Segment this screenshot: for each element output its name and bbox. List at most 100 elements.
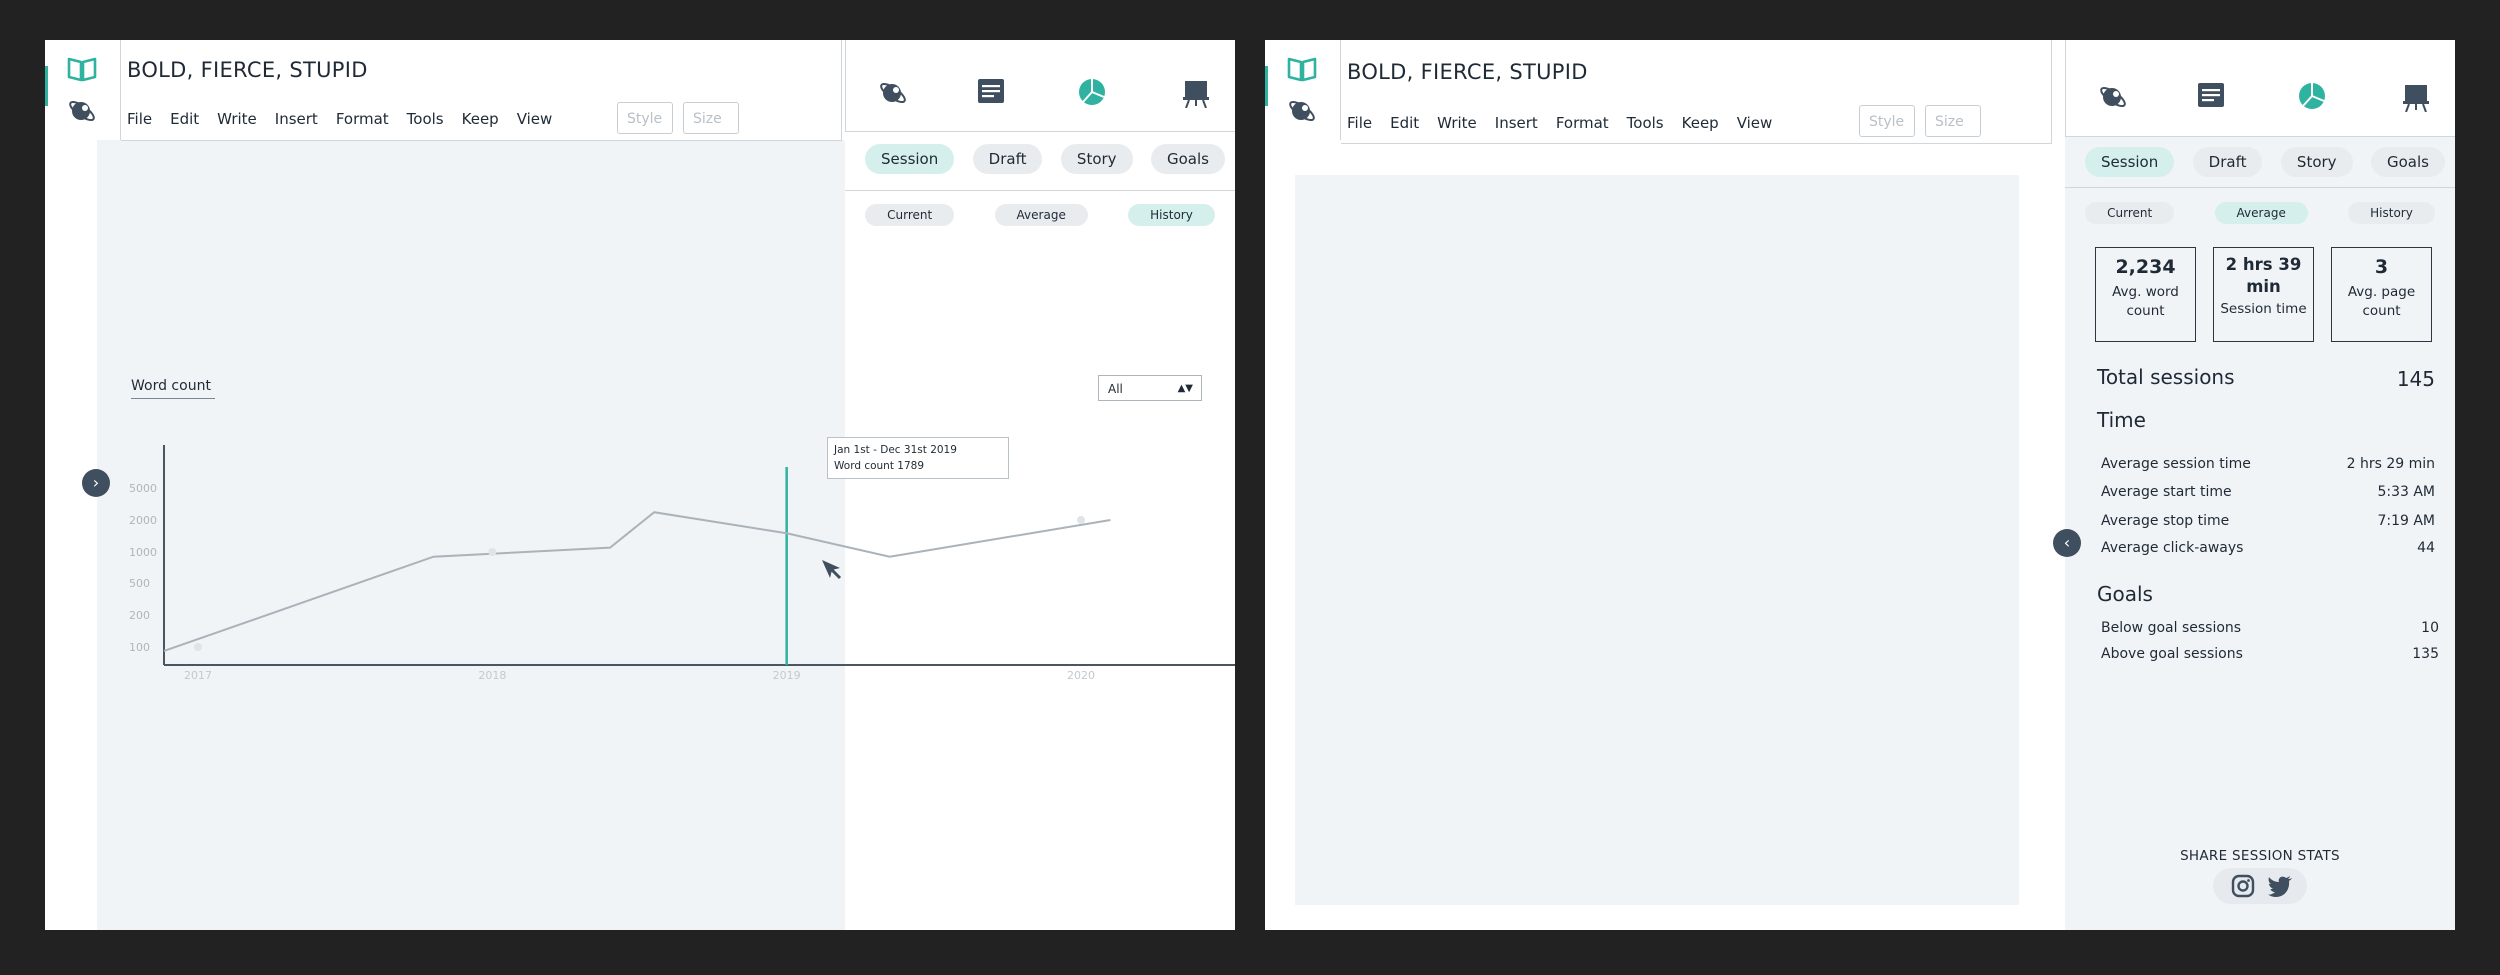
tab-session[interactable]: Session	[2085, 147, 2175, 177]
y-tick-label: 2000	[129, 514, 157, 527]
tab-draft[interactable]: Draft	[972, 144, 1043, 174]
series-line	[163, 511, 1111, 652]
x-tick-label: 2019	[773, 669, 801, 682]
size-dropdown[interactable]: Size	[1925, 105, 1981, 137]
time-row: Average stop time 7:19 AM	[2101, 513, 2435, 529]
subtab-history[interactable]: History	[1128, 204, 1215, 226]
select-arrows-icon: ▲▼	[1177, 383, 1193, 394]
document-title[interactable]: BOLD, FIERCE, STUPID	[1347, 60, 1588, 84]
collapse-panel-button[interactable]: ‹	[2053, 529, 2081, 557]
share-buttons	[2213, 868, 2307, 904]
subtab-history[interactable]: History	[2348, 202, 2435, 224]
menu-view[interactable]: View	[517, 110, 553, 128]
planet-icon[interactable]	[2098, 82, 2128, 116]
active-indicator	[45, 66, 48, 106]
panel-divider	[2065, 187, 2455, 188]
menu-file[interactable]: File	[127, 110, 152, 128]
planet-icon[interactable]	[878, 78, 908, 112]
menu-file[interactable]: File	[1347, 114, 1372, 132]
twitter-icon[interactable]	[2267, 874, 2293, 902]
presentation-board-icon[interactable]	[2403, 82, 2429, 116]
left-toolbar	[45, 40, 121, 140]
instagram-icon[interactable]	[2231, 874, 2255, 902]
subtab-average[interactable]: Average	[994, 204, 1088, 226]
data-point	[488, 548, 497, 556]
menu-tools[interactable]: Tools	[1627, 114, 1664, 132]
pie-chart-icon[interactable]	[1078, 78, 1106, 110]
y-tick-label: 5000	[129, 482, 157, 495]
menu-tools[interactable]: Tools	[407, 110, 444, 128]
menu-write[interactable]: Write	[1437, 114, 1477, 132]
menu-insert[interactable]: Insert	[1495, 114, 1538, 132]
book-logo-icon[interactable]	[67, 56, 97, 86]
top-menu-bar: BOLD, FIERCE, STUPID File Edit Write Ins…	[1341, 40, 2052, 144]
book-logo-icon[interactable]	[1287, 56, 1317, 86]
word-count-history-chart[interactable]: 100 200 500 1000 2000 5000 2017 2018 2019 2020	[127, 435, 1235, 695]
range-select[interactable]: All ▲▼	[1098, 375, 1202, 401]
row-value: 10	[2421, 620, 2439, 636]
pie-chart-icon[interactable]	[2298, 82, 2326, 114]
tab-story[interactable]: Story	[2280, 147, 2353, 177]
document-icon[interactable]	[2197, 82, 2225, 112]
row-label: Above goal sessions	[2101, 646, 2243, 662]
menu-keep[interactable]: Keep	[1682, 114, 1719, 132]
size-dropdown[interactable]: Size	[683, 102, 739, 134]
presentation-board-icon[interactable]	[1183, 78, 1209, 112]
avg-word-count-box: 2,234 Avg. word count	[2095, 247, 2196, 342]
tab-story[interactable]: Story	[1060, 144, 1133, 174]
time-row: Average start time 5:33 AM	[2101, 484, 2435, 500]
menu-format[interactable]: Format	[1556, 114, 1609, 132]
panel-icon-row	[845, 40, 1235, 132]
tab-goals[interactable]: Goals	[1150, 144, 1225, 174]
subtab-current[interactable]: Current	[865, 204, 955, 226]
data-point	[1077, 516, 1085, 524]
row-value: 5:33 AM	[2377, 484, 2435, 500]
tab-session[interactable]: Session	[865, 144, 955, 174]
menu-keep[interactable]: Keep	[462, 110, 499, 128]
summary-boxes: 2,234 Avg. word count 2 hrs 39 min Sessi…	[2095, 247, 2432, 342]
document-title[interactable]: BOLD, FIERCE, STUPID	[127, 58, 368, 82]
menu-view[interactable]: View	[1737, 114, 1773, 132]
time-row: Average session time 2 hrs 29 min	[2101, 456, 2435, 472]
planet-icon[interactable]	[1287, 96, 1317, 130]
editor-screen-history: BOLD, FIERCE, STUPID File Edit Write Ins…	[45, 40, 1235, 930]
row-label: Below goal sessions	[2101, 620, 2242, 636]
mouse-cursor-icon	[820, 558, 844, 586]
tooltip-value: Word count 1789	[834, 460, 925, 472]
time-section-title: Time	[2097, 408, 2146, 432]
y-tick-label: 1000	[129, 546, 157, 559]
menu-edit[interactable]: Edit	[170, 110, 199, 128]
row-label: Average session time	[2101, 456, 2251, 472]
writing-canvas[interactable]	[1295, 175, 2019, 905]
top-menu-bar: BOLD, FIERCE, STUPID File Edit Write Ins…	[121, 40, 842, 141]
menu-format[interactable]: Format	[336, 110, 389, 128]
stat-value: 2 hrs 39 min	[2225, 255, 2302, 296]
subtab-current[interactable]: Current	[2085, 202, 2175, 224]
row-label: Average start time	[2101, 484, 2232, 500]
stat-value: 2,234	[2115, 256, 2176, 278]
stat-label: Avg. word count	[2112, 284, 2179, 319]
panel-divider	[845, 190, 1235, 191]
row-value: 135	[2412, 646, 2439, 662]
data-point	[194, 643, 202, 651]
menu-insert[interactable]: Insert	[275, 110, 318, 128]
stat-label: Session time	[2220, 301, 2307, 317]
planet-icon[interactable]	[67, 96, 97, 130]
menu-write[interactable]: Write	[217, 110, 257, 128]
goals-row: Above goal sessions 135	[2101, 646, 2439, 662]
style-dropdown[interactable]: Style	[617, 102, 673, 134]
total-sessions-label: Total sessions	[2097, 365, 2235, 389]
document-icon[interactable]	[977, 78, 1005, 108]
y-tick-label: 100	[129, 641, 150, 654]
word-count-metric-selector[interactable]: Word count	[131, 378, 215, 399]
tab-draft[interactable]: Draft	[2192, 147, 2263, 177]
expand-panel-button[interactable]: ›	[82, 469, 110, 497]
time-row: Average click-aways 44	[2101, 540, 2435, 556]
editor-screen-average: BOLD, FIERCE, STUPID File Edit Write Ins…	[1265, 40, 2455, 930]
row-value: 44	[2417, 540, 2435, 556]
style-dropdown[interactable]: Style	[1859, 105, 1915, 137]
tab-goals[interactable]: Goals	[2370, 147, 2445, 177]
panel-subtabs: Current Average History	[2065, 202, 2455, 224]
menu-edit[interactable]: Edit	[1390, 114, 1419, 132]
subtab-average[interactable]: Average	[2214, 202, 2308, 224]
